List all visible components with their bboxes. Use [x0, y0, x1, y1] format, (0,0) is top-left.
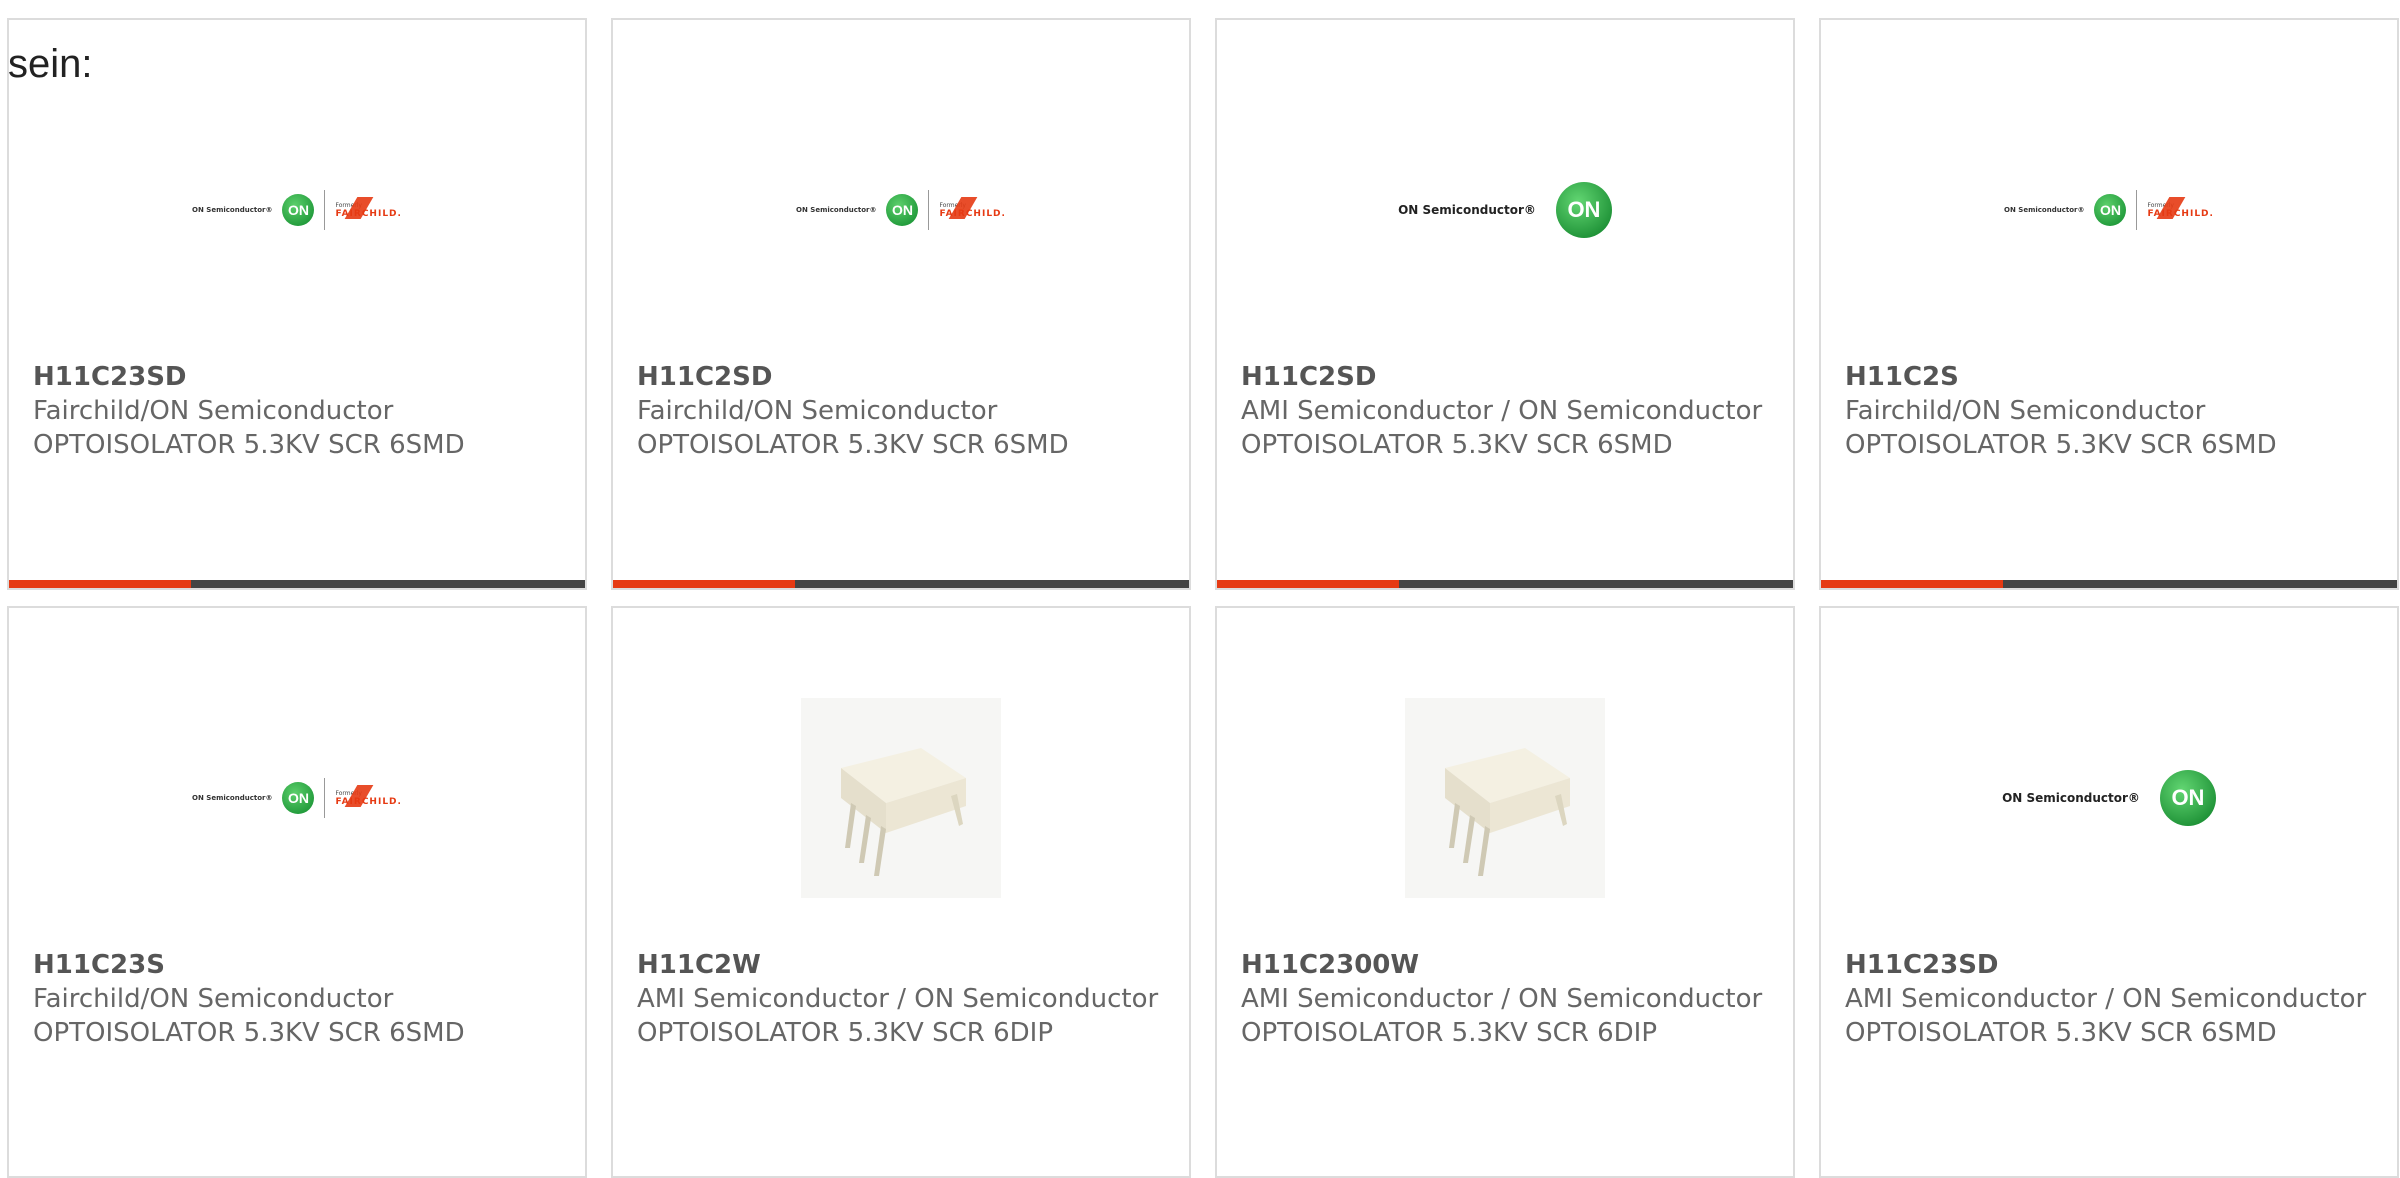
fairchild-wordmark: FAIRCHILD.: [2147, 196, 2213, 219]
on-semiconductor-wordmark: ON Semiconductor®: [192, 206, 273, 214]
product-card[interactable]: ON Semiconductor® ON Formerly FAIRCHILD. H11…: [7, 606, 587, 1178]
manufacturer: Fairchild/ON Semiconductor: [33, 396, 394, 426]
product-image[interactable]: [613, 698, 1189, 898]
on-fairchild-logo: ON Semiconductor® ON Formerly FAIRCHILD.: [192, 778, 402, 818]
manufacturer: Fairchild/ON Semiconductor: [637, 396, 998, 426]
product-info: H11C23S Fairchild/ON Semiconductor OPTOISO…: [33, 948, 561, 1050]
logo-divider: [324, 190, 326, 230]
part-number[interactable]: H11C2S: [1845, 360, 2373, 394]
on-semiconductor-wordmark: ON Semiconductor®: [2002, 791, 2140, 805]
on-logo-icon: ON: [2159, 770, 2216, 826]
description: OPTOISOLATOR 5.3KV SCR 6SMD: [1845, 430, 2277, 460]
part-number[interactable]: H11C23S: [33, 948, 561, 982]
part-number[interactable]: H11C2SD: [1241, 360, 1769, 394]
description: OPTOISOLATOR 5.3KV SCR 6DIP: [637, 1018, 1053, 1048]
fairchild-wordmark: FAIRCHILD.: [335, 196, 401, 219]
part-number[interactable]: H11C2SD: [637, 360, 1165, 394]
product-info: H11C2W AMI Semiconductor / ON Semiconduct…: [637, 948, 1165, 1050]
product-info: H11C2SD Fairchild/ON Semiconductor OPTOISO…: [637, 360, 1165, 462]
part-number[interactable]: H11C2W: [637, 948, 1165, 982]
intro-text: sein:: [8, 42, 93, 86]
product-image[interactable]: [1217, 698, 1793, 898]
fairchild-logo: Formerly FAIRCHILD.: [939, 196, 1005, 219]
fairchild-logo: Formerly FAIRCHILD.: [335, 196, 401, 219]
on-semiconductor-wordmark: ON Semiconductor®: [1398, 203, 1536, 217]
card-accent-highlight: [613, 580, 795, 588]
on-logo-icon: ON: [886, 194, 919, 226]
manufacturer: AMI Semiconductor / ON Semiconductor: [1241, 984, 1763, 1014]
card-accent-highlight: [9, 580, 191, 588]
manufacturer: Fairchild/ON Semiconductor: [33, 984, 394, 1014]
card-accent-bar: [613, 580, 1189, 588]
fairchild-wordmark: FAIRCHILD.: [939, 196, 1005, 219]
description: OPTOISOLATOR 5.3KV SCR 6SMD: [1845, 1018, 2277, 1048]
on-semiconductor-logo: ON Semiconductor® ON: [1398, 182, 1612, 238]
on-logo-icon: ON: [282, 194, 315, 226]
description: OPTOISOLATOR 5.3KV SCR 6SMD: [33, 1018, 465, 1048]
fairchild-logo: Formerly FAIRCHILD.: [2147, 196, 2213, 219]
on-fairchild-logo: ON Semiconductor® ON Formerly FAIRCHILD.: [192, 190, 402, 230]
product-card[interactable]: ON Semiconductor® ON H11C2SD AMI Semiconduc…: [1215, 18, 1795, 590]
part-number[interactable]: H11C23SD: [1845, 948, 2373, 982]
product-card[interactable]: ON Semiconductor® ON Formerly FAIRCHILD. H11…: [611, 18, 1191, 590]
logo-divider: [928, 190, 930, 230]
card-accent-bar: [1821, 580, 2397, 588]
fairchild-logo: Formerly FAIRCHILD.: [335, 784, 401, 807]
product-image[interactable]: ON Semiconductor® ON: [1821, 738, 2397, 858]
description: OPTOISOLATOR 5.3KV SCR 6DIP: [1241, 1018, 1657, 1048]
product-image[interactable]: ON Semiconductor® ON: [1217, 150, 1793, 270]
card-accent-highlight: [1217, 580, 1399, 588]
part-number[interactable]: H11C2300W: [1241, 948, 1769, 982]
product-info: H11C2S Fairchild/ON Semiconductor OPTOISOL…: [1845, 360, 2373, 462]
description: OPTOISOLATOR 5.3KV SCR 6SMD: [1241, 430, 1673, 460]
on-fairchild-logo: ON Semiconductor® ON Formerly FAIRCHILD.: [796, 190, 1006, 230]
product-image[interactable]: ON Semiconductor® ON Formerly FAIRCHILD.: [1821, 150, 2397, 270]
product-info: H11C23SD Fairchild/ON Semiconductor OPTOIS…: [33, 360, 561, 462]
product-image[interactable]: ON Semiconductor® ON Formerly FAIRCHILD.: [613, 150, 1189, 270]
card-accent-bar: [1217, 580, 1793, 588]
product-image[interactable]: ON Semiconductor® ON Formerly FAIRCHILD.: [9, 150, 585, 270]
product-card[interactable]: ON Semiconductor® ON H11C23SD AMI Semicondu…: [1819, 606, 2399, 1178]
on-semiconductor-wordmark: ON Semiconductor®: [2004, 206, 2085, 214]
fairchild-wordmark: FAIRCHILD.: [335, 784, 401, 807]
on-semiconductor-wordmark: ON Semiconductor®: [796, 206, 877, 214]
on-logo-icon: ON: [2094, 194, 2127, 226]
product-grid: ON Semiconductor® ON Formerly FAIRCHILD. H11…: [7, 18, 2399, 1178]
product-info: H11C2SD AMI Semiconductor / ON Semiconduc…: [1241, 360, 1769, 462]
manufacturer: Fairchild/ON Semiconductor: [1845, 396, 2206, 426]
on-fairchild-logo: ON Semiconductor® ON Formerly FAIRCHILD.: [2004, 190, 2214, 230]
dip-chip-photo-icon: [801, 698, 1001, 898]
product-card[interactable]: H11C2W AMI Semiconductor / ON Semiconduct…: [611, 606, 1191, 1178]
manufacturer: AMI Semiconductor / ON Semiconductor: [1241, 396, 1763, 426]
on-semiconductor-logo: ON Semiconductor® ON: [2002, 770, 2216, 826]
description: OPTOISOLATOR 5.3KV SCR 6SMD: [637, 430, 1069, 460]
on-logo-icon: ON: [1555, 182, 1612, 238]
product-info: H11C2300W AMI Semiconductor / ON Semicond…: [1241, 948, 1769, 1050]
logo-divider: [324, 778, 326, 818]
dip-chip-photo-icon: [1405, 698, 1605, 898]
product-card[interactable]: ON Semiconductor® ON Formerly FAIRCHILD. H11…: [7, 18, 587, 590]
manufacturer: AMI Semiconductor / ON Semiconductor: [637, 984, 1159, 1014]
manufacturer: AMI Semiconductor / ON Semiconductor: [1845, 984, 2367, 1014]
part-number[interactable]: H11C23SD: [33, 360, 561, 394]
logo-divider: [2136, 190, 2138, 230]
product-card[interactable]: H11C2300W AMI Semiconductor / ON Semicond…: [1215, 606, 1795, 1178]
product-info: H11C23SD AMI Semiconductor / ON Semicondu…: [1845, 948, 2373, 1050]
card-accent-highlight: [1821, 580, 2003, 588]
on-semiconductor-wordmark: ON Semiconductor®: [192, 794, 273, 802]
description: OPTOISOLATOR 5.3KV SCR 6SMD: [33, 430, 465, 460]
on-logo-icon: ON: [282, 782, 315, 814]
product-image[interactable]: ON Semiconductor® ON Formerly FAIRCHILD.: [9, 738, 585, 858]
product-card[interactable]: ON Semiconductor® ON Formerly FAIRCHILD. H11…: [1819, 18, 2399, 590]
card-accent-bar: [9, 580, 585, 588]
